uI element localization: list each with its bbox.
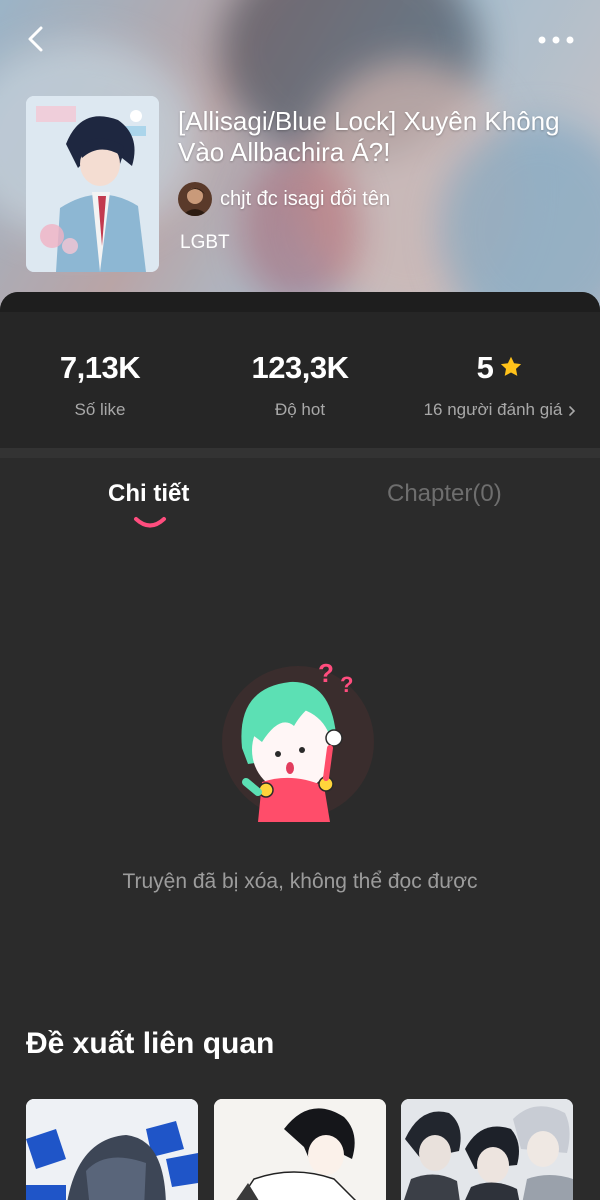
rating-count-label[interactable]: 16 người đánh giá [424,400,563,419]
tab-details[interactable]: Chi tiết [108,480,189,508]
detail-sheet: 7,13K Số like 123,3K Độ hot 5 16 người đ… [0,292,600,1200]
star-icon [501,356,522,376]
deleted-story-message: Truyện đã bị xóa, không thể đọc được [122,870,478,893]
hot-count: 123,3K [251,350,349,385]
likes-label: Số like [74,400,126,419]
author-avatar[interactable] [178,182,212,216]
tab-chapters[interactable]: Chapter(0) [387,480,502,508]
story-title: [Allisagi/Blue Lock] Xuyên Không Vào All… [178,106,560,167]
rating-value: 5 [476,350,494,385]
stats-bar: 7,13K Số like 123,3K Độ hot 5 16 người đ… [0,312,600,448]
story-header: [Allisagi/Blue Lock] Xuyên Không Vào All… [0,0,600,320]
story-cover-image [26,96,159,272]
back-button[interactable] [22,24,52,54]
related-story-card[interactable] [401,1099,573,1200]
genre-tag[interactable]: LGBT [180,232,230,254]
author-name[interactable]: chjt đc isagi đổi tên [220,188,390,211]
likes-count: 7,13K [59,350,141,385]
confused-character-illustration: ? ? [222,658,374,822]
stat-hot: 123,3K Độ hot [200,350,400,420]
related-story-card[interactable] [214,1099,386,1200]
svg-text:?: ? [340,672,353,697]
svg-text:?: ? [318,658,334,688]
stat-rating[interactable]: 5 16 người đánh giá [400,350,600,420]
related-section-title: Đề xuất liên quan [26,1027,275,1060]
tab-bar: Chi tiết Chapter(0) [0,458,600,538]
author-row[interactable]: chjt đc isagi đổi tên [178,182,390,216]
more-horizontal-icon [538,36,574,44]
chevron-right-icon [569,405,576,416]
related-story-card[interactable] [26,1099,198,1200]
chevron-left-icon [28,26,43,52]
tab-active-indicator [134,517,166,528]
stat-likes: 7,13K Số like [0,350,200,420]
more-options-button[interactable] [536,30,576,50]
hot-label: Độ hot [274,400,326,419]
